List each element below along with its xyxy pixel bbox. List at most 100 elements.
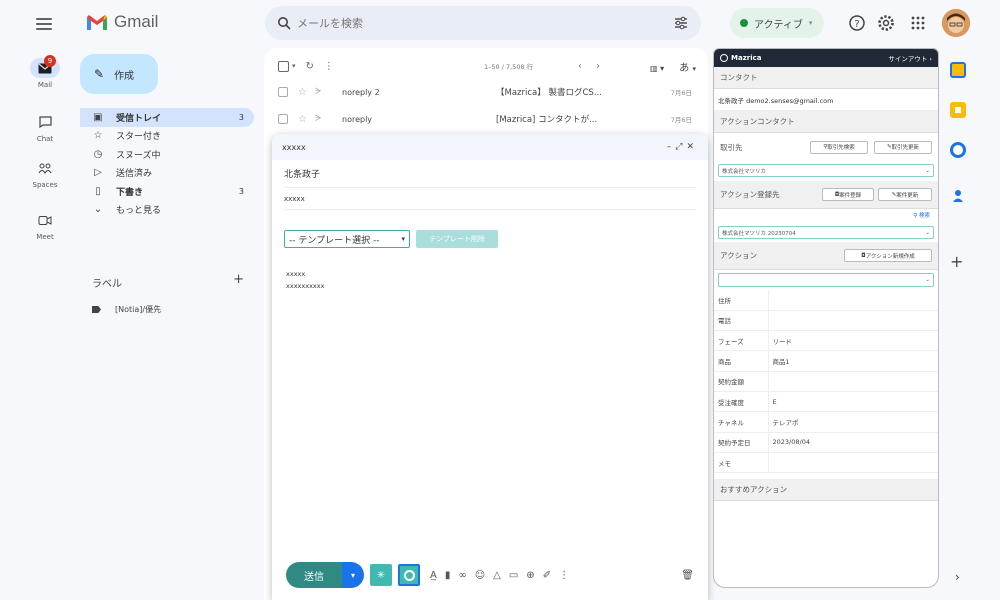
send-options-icon[interactable]: ▾ <box>342 562 364 588</box>
minimize-icon[interactable]: – <box>667 142 676 152</box>
signout-button[interactable]: サインアウト › <box>888 53 932 63</box>
sidebar-item-starred[interactable]: ☆ スター付き <box>80 127 254 146</box>
sidebar-item-label: スター付き <box>116 132 162 143</box>
refresh-icon[interactable]: ↻ <box>306 61 314 72</box>
link-icon[interactable]: ∞ <box>458 570 474 581</box>
deal-select[interactable]: 株式会社マツリカ 20230704 ⌄ <box>718 226 934 239</box>
important-marker-icon[interactable]: ᗒ <box>315 87 322 97</box>
lock-icon[interactable]: ⊕ <box>526 570 542 581</box>
gmail-m-icon <box>87 14 107 30</box>
customer-search-button[interactable]: ⚲ 取引先検索 <box>810 140 868 154</box>
settings-gear-icon[interactable] <box>876 13 896 33</box>
sidebar-item-label: 送信済み <box>116 169 153 180</box>
signature-pen-icon[interactable]: ✐ <box>543 570 559 581</box>
action-select[interactable]: ⌄ <box>718 273 934 287</box>
meet-video-icon <box>30 210 60 230</box>
chevron-down-icon: ⌄ <box>93 204 103 216</box>
chevron-down-icon[interactable]: ▾ <box>692 65 696 73</box>
expand-icon[interactable]: ⤢ <box>675 142 686 152</box>
compose-body[interactable]: xxxxx xxxxxxxxxx <box>286 268 324 292</box>
search-icon[interactable] <box>277 16 291 30</box>
photo-icon[interactable]: ▭ <box>509 570 526 581</box>
sidebar-item-inbox[interactable]: ▣ 受信トレイ 3 <box>80 108 254 127</box>
mail-row[interactable]: ☆ ᗒ noreply 2 【Mazrica】 製書ログCS... 7月6日 <box>278 80 696 104</box>
more-vert-icon[interactable]: ⋮ <box>324 61 334 72</box>
expand-panel-icon[interactable]: › <box>955 570 960 584</box>
search-options-icon[interactable] <box>673 15 689 31</box>
mazrica-circle-button[interactable] <box>398 564 420 586</box>
close-icon[interactable]: ✕ <box>686 142 698 152</box>
main-menu-icon[interactable] <box>34 14 54 34</box>
customer-update-button[interactable]: ✎ 取引先更新 <box>874 140 932 154</box>
star-icon[interactable]: ☆ <box>298 114 307 125</box>
field-key: 契約予定日 <box>714 432 769 453</box>
add-label-icon[interactable]: + <box>233 273 244 290</box>
input-tools-button[interactable]: あ <box>679 63 689 74</box>
send-button-group: 送信 ▾ <box>286 562 364 588</box>
calendar-icon[interactable] <box>950 62 966 78</box>
template-controls: -- テンプレート選択 -- ▾ テンプレート削除 <box>284 230 498 248</box>
gmail-logo[interactable]: Gmail <box>86 12 158 32</box>
action-create-button[interactable]: ◘ アクション新規作成 <box>844 249 932 262</box>
template-delete-button[interactable]: テンプレート削除 <box>416 230 498 248</box>
sidebar-item-drafts[interactable]: ▯ 下書き 3 <box>80 182 254 201</box>
star-icon: ☆ <box>93 130 103 142</box>
body-line: xxxxx <box>286 270 306 278</box>
rail-meet[interactable]: Meet <box>20 210 70 241</box>
button-label: 案件登録 <box>839 192 862 199</box>
prev-page-icon[interactable]: ‹ <box>578 61 596 72</box>
add-addon-icon[interactable]: + <box>950 252 963 271</box>
split-view-icon[interactable]: ▥ ▾ <box>650 64 664 73</box>
field-key: 電話 <box>714 310 769 332</box>
status-selector[interactable]: アクティブ ▾ <box>730 8 824 38</box>
sidebar-item-sent[interactable]: ▷ 送信済み <box>80 164 254 183</box>
star-icon[interactable]: ☆ <box>298 87 307 98</box>
attach-icon[interactable]: ▮ <box>445 570 459 581</box>
rail-chat[interactable]: Chat <box>20 112 70 143</box>
text-format-icon[interactable]: A̲ <box>430 570 445 581</box>
chevron-down-icon: ⌄ <box>925 277 930 283</box>
mazrica-asterisk-button[interactable]: ✳ <box>370 564 392 586</box>
row-checkbox[interactable] <box>278 87 288 97</box>
rail-mail[interactable]: 9 Mail <box>20 55 70 89</box>
deal-search-link[interactable]: ⚲ 検索 <box>714 209 938 223</box>
row-checkbox[interactable] <box>278 114 288 124</box>
drive-icon[interactable]: △ <box>493 570 509 581</box>
select-all-checkbox[interactable] <box>278 60 289 72</box>
contacts-icon[interactable] <box>950 188 966 204</box>
sidebar-item-more[interactable]: ⌄ もっと見る <box>80 201 254 220</box>
chevron-down-icon[interactable]: ▾ <box>292 62 296 70</box>
template-select[interactable]: -- テンプレート選択 -- ▾ <box>284 230 410 248</box>
emoji-icon[interactable]: ☺ <box>475 570 493 581</box>
search-input[interactable] <box>297 16 673 30</box>
compose-button[interactable]: ✎ 作成 <box>80 54 158 94</box>
rail-spaces[interactable]: Spaces <box>20 158 70 189</box>
send-button[interactable]: 送信 <box>286 562 342 588</box>
sidebar-item-count: 3 <box>238 186 244 196</box>
subject-field[interactable]: xxxxx <box>284 188 696 210</box>
mail-row[interactable]: ☆ ᗒ noreply [Mazrica] コンタクトが... 7月6日 <box>278 107 696 131</box>
important-marker-icon[interactable]: ᗒ <box>315 114 322 124</box>
status-label: アクティブ <box>754 19 803 31</box>
deal-update-button[interactable]: ✎ 案件更新 <box>878 188 932 201</box>
sidebar-item-snoozed[interactable]: ◷ スヌーズ中 <box>80 145 254 164</box>
deal-register-button[interactable]: ◘ 案件登録 <box>822 188 874 201</box>
clock-icon: ◷ <box>93 148 103 160</box>
rail-label: Chat <box>36 135 54 143</box>
customer-select[interactable]: 株式会社マツリカ ⌄ <box>718 164 934 177</box>
search-bar[interactable] <box>265 6 701 40</box>
trash-icon[interactable]: 🗑 <box>681 570 694 581</box>
action-contact-heading: アクションコンタクト <box>714 111 938 133</box>
next-page-icon[interactable]: › <box>596 61 614 72</box>
table-row: 住所 <box>714 290 938 311</box>
help-icon[interactable]: ? <box>847 13 867 33</box>
account-avatar[interactable] <box>942 9 970 37</box>
tasks-icon[interactable] <box>950 142 966 158</box>
more-vert-icon[interactable]: ⋮ <box>559 570 577 581</box>
keep-icon[interactable] <box>950 102 966 118</box>
apps-grid-icon[interactable] <box>908 13 928 33</box>
button-label: アクション新規作成 <box>865 253 915 260</box>
recipient-field[interactable]: 北条政子 <box>284 160 696 188</box>
sidebar-item-label-notia[interactable]: [Notia]/優先 <box>92 304 161 315</box>
asterisk-icon: ✳ <box>376 569 386 581</box>
